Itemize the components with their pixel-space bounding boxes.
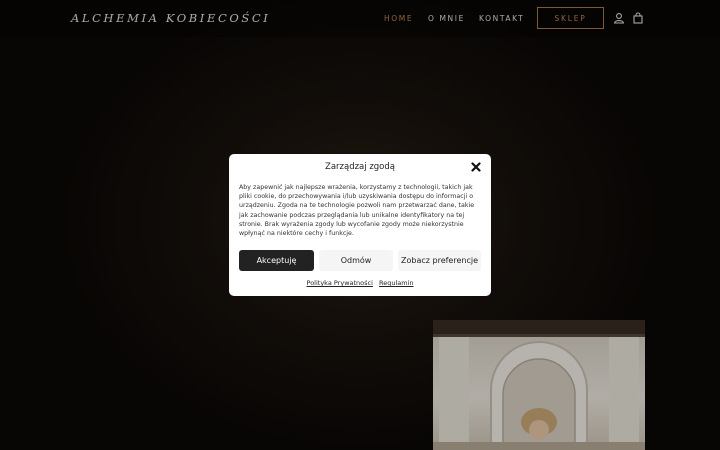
- modal-message: Aby zapewnić jak najlepsze wrażenia, kor…: [239, 184, 475, 238]
- modal-title: Zarządzaj zgodą: [325, 162, 395, 172]
- close-icon[interactable]: [471, 162, 481, 172]
- deny-button[interactable]: Odmów: [319, 250, 393, 271]
- terms-link[interactable]: Regulamin: [379, 279, 414, 287]
- consent-modal: Zarządzaj zgodą Aby zapewnić jak najleps…: [229, 154, 491, 296]
- accept-button[interactable]: Akceptuję: [239, 250, 314, 271]
- privacy-policy-link[interactable]: Polityka Prywatności: [307, 279, 373, 287]
- modal-links: Polityka Prywatności Regulamin: [229, 279, 491, 287]
- preferences-button[interactable]: Zobacz preferencje: [398, 250, 481, 271]
